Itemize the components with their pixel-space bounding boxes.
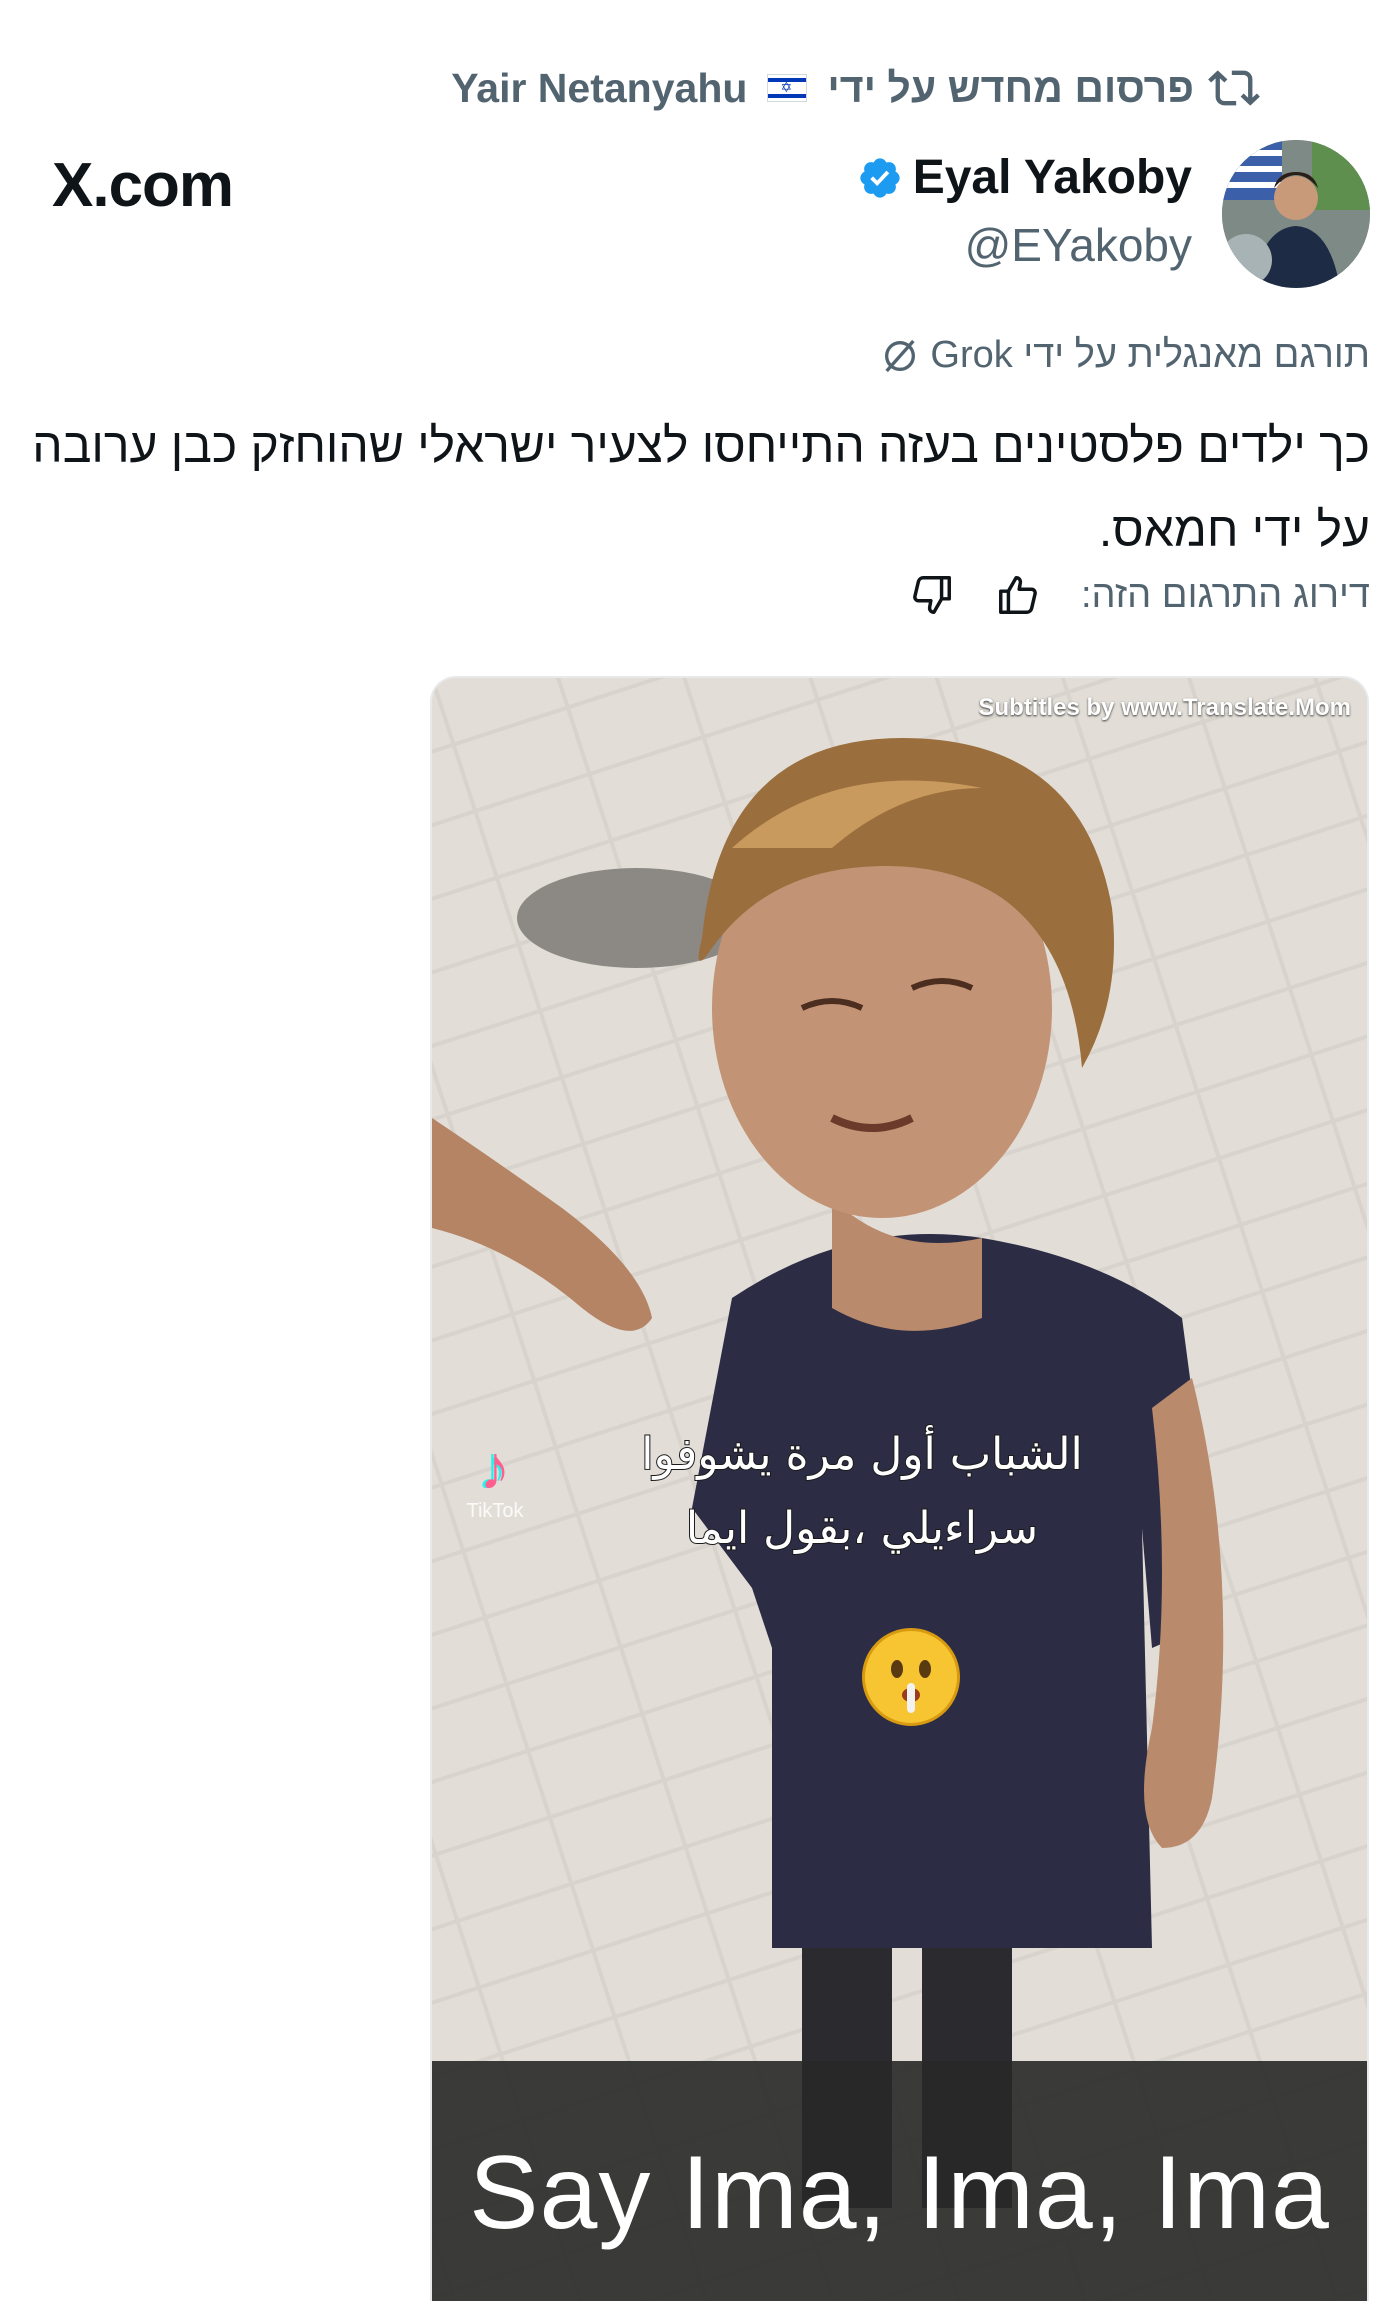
site-label: X.com (52, 151, 234, 220)
subtitle-text: Say Ima, Ima, Ima (469, 2135, 1330, 2251)
author-display-name[interactable]: Eyal Yakoby (913, 150, 1192, 205)
repost-indicator[interactable]: פרסום מחדש על ידי ✡ Yair Netanyahu (451, 58, 1260, 118)
repost-icon (1208, 70, 1260, 106)
tiktok-logo: ♪ TikTok (450, 1438, 540, 1523)
rate-translation-row: דירוג התרגום הזה: (909, 572, 1370, 618)
tiktok-icon: ♪ (479, 1434, 511, 1503)
translate-slash-icon (885, 339, 916, 372)
translation-label: תורגם מאנגלית על ידי Grok (930, 334, 1370, 376)
media-watermark: Subtitles by www.Translate.Mom (978, 694, 1351, 721)
author-name-row[interactable]: Eyal Yakoby (857, 150, 1192, 205)
repost-label: פרסום מחדש על ידי (827, 64, 1194, 111)
author-handle[interactable]: @EYakoby (965, 218, 1192, 272)
tweet-media-video[interactable]: Subtitles by www.Translate.Mom ♪ TikTok … (430, 676, 1369, 2301)
translation-notice: תורגם מאנגלית על ידי Grok (880, 334, 1370, 377)
reposter-name[interactable]: Yair Netanyahu (451, 65, 747, 112)
israel-flag-icon: ✡ (767, 74, 808, 102)
arabic-caption-line-1: الشباب أول مرة يشوفوا (640, 1428, 1084, 1481)
rate-translation-label: דירוג התרגום הזה: (1081, 573, 1370, 616)
thumbs-up-icon[interactable] (995, 572, 1041, 618)
arabic-caption: الشباب أول مرة يشوفوا سراءيلي ،بقول ايما (582, 1418, 1142, 1566)
tiktok-label: TikTok (466, 1500, 524, 1522)
tweet-text: כך ילדים פלסטינים בעזה התייחסו לצעיר ישר… (32, 420, 1370, 557)
shushing-face-emoji (862, 1628, 960, 1726)
arabic-caption-line-2: سراءيلي ،بقول ايما (685, 1502, 1039, 1555)
subtitle-bar: Say Ima, Ima, Ima (432, 2061, 1367, 2301)
avatar[interactable] (1222, 140, 1370, 288)
verified-badge-icon (860, 157, 900, 198)
thumbs-down-icon[interactable] (909, 572, 955, 618)
